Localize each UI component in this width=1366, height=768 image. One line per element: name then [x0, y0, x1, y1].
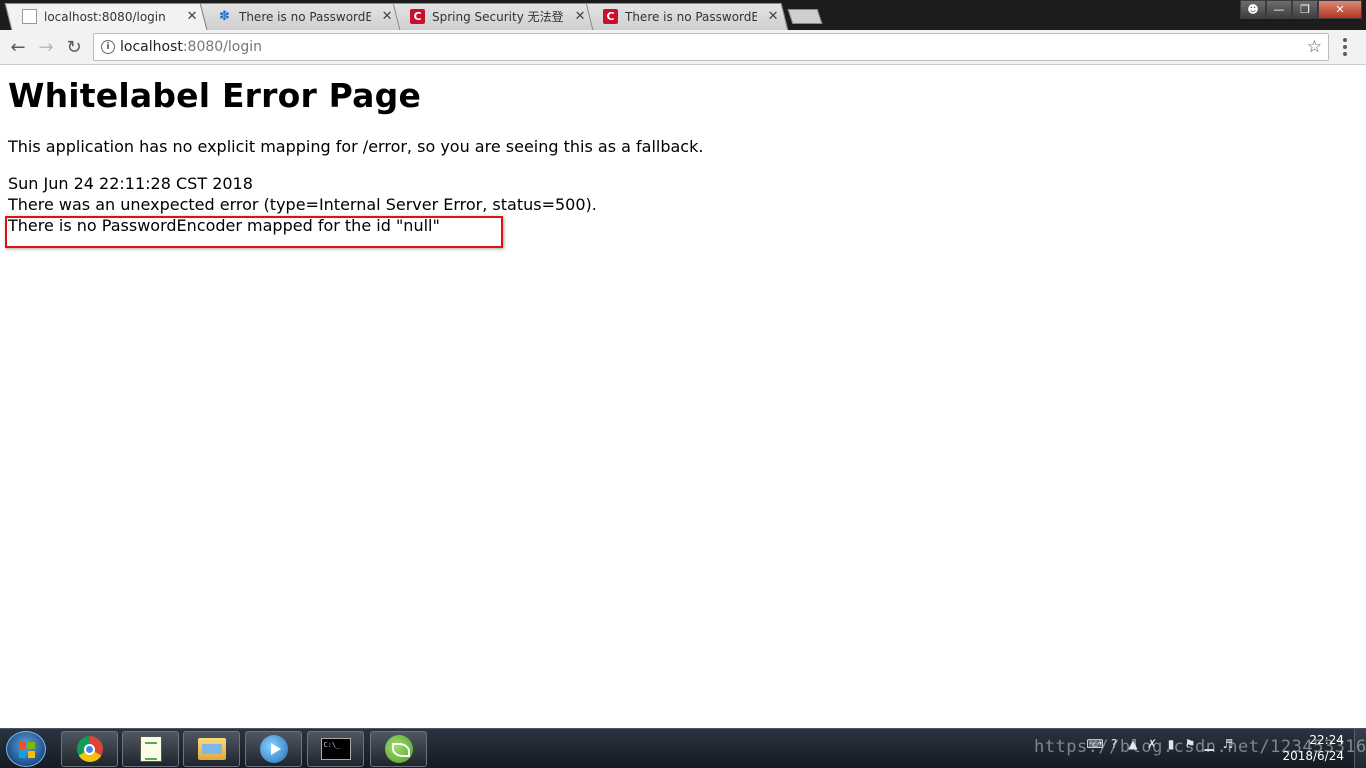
system-clock[interactable]: 22:24 2018/6/24: [1282, 732, 1344, 764]
tab-close-icon[interactable]: ✕: [381, 9, 393, 24]
media-player-icon: [259, 735, 288, 763]
tray-overflow-icon[interactable]: ▲: [1126, 737, 1140, 751]
fallback-description: This application has no explicit mapping…: [8, 137, 704, 156]
taskbar-explorer[interactable]: [183, 731, 240, 767]
maximize-button[interactable]: ❐: [1292, 0, 1318, 19]
taskbar-chrome[interactable]: [61, 731, 118, 767]
network-icon[interactable]: ✗: [1145, 737, 1159, 751]
csdn-icon: C: [603, 9, 618, 24]
minimize-button[interactable]: —: [1266, 0, 1292, 19]
action-center-flag-icon[interactable]: ⚑: [1183, 737, 1197, 751]
forward-arrow-icon[interactable]: →: [34, 36, 58, 58]
tab-password-encoder-csdn[interactable]: C There is no PasswordEn ✕: [589, 3, 785, 30]
browser-toolbar: ← → ↻ i localhost:8080/login ☆: [0, 30, 1366, 65]
spring-tool-suite-icon: [384, 735, 413, 763]
browser-tab-strip: localhost:8080/login ✕ ✽ There is no Pas…: [0, 0, 1366, 30]
taskbar-notepad[interactable]: [122, 731, 179, 767]
csdn-icon: C: [410, 9, 425, 24]
taskbar-spring-tool-suite[interactable]: [370, 731, 427, 767]
highlight-annotation-box: [5, 216, 503, 248]
user-profile-icon[interactable]: ☻: [1240, 0, 1266, 19]
windows-taskbar: C:\_ https://blog.csdn.net/123453316 ⌨ ?…: [0, 728, 1366, 768]
window-controls: ☻ — ❐ ✕: [1240, 0, 1362, 19]
tab-title: Spring Security 无法登陆: [432, 10, 565, 24]
error-summary: There was an unexpected error (type=Inte…: [8, 195, 597, 214]
clock-date: 2018/6/24: [1282, 749, 1344, 763]
url-path: :8080/login: [182, 39, 263, 55]
tab-localhost-login[interactable]: localhost:8080/login ✕: [8, 3, 204, 30]
power-icon[interactable]: ▮: [1164, 737, 1178, 751]
taskbar-command-prompt[interactable]: C:\_: [307, 731, 364, 767]
page-icon: [22, 9, 37, 24]
keyboard-icon[interactable]: ⌨: [1086, 737, 1103, 751]
show-desktop-button[interactable]: [1354, 729, 1366, 768]
tab-title: localhost:8080/login: [44, 9, 166, 24]
tab-spring-security[interactable]: C Spring Security 无法登陆 ✕: [396, 3, 592, 30]
tab-title: There is no PasswordEn: [239, 9, 372, 24]
address-bar[interactable]: i localhost:8080/login ☆: [93, 33, 1329, 61]
page-title: Whitelabel Error Page: [8, 76, 422, 115]
bookmark-star-icon[interactable]: ☆: [1307, 37, 1322, 57]
reload-icon[interactable]: ↻: [62, 36, 86, 58]
help-icon[interactable]: ?: [1107, 737, 1121, 751]
notepad-icon: [139, 736, 162, 762]
new-tab-button[interactable]: [787, 9, 823, 24]
taskbar-media-player[interactable]: [245, 731, 302, 767]
page-content: Whitelabel Error Page This application h…: [5, 66, 1358, 728]
explorer-folder-icon: [197, 738, 226, 760]
tab-close-icon[interactable]: ✕: [186, 9, 198, 24]
start-button[interactable]: [6, 731, 46, 767]
back-arrow-icon[interactable]: ←: [6, 36, 30, 58]
volume-icon[interactable]: ♬: [1221, 737, 1235, 751]
browser-menu-icon[interactable]: [1343, 38, 1347, 56]
site-info-icon[interactable]: i: [101, 40, 115, 54]
clock-time: 22:24: [1309, 733, 1344, 747]
url-host: localhost: [120, 39, 183, 55]
chrome-icon: [76, 736, 103, 762]
system-tray: ⌨ ? ▲ ✗ ▮ ⚑ ▁ ♬: [1086, 737, 1235, 751]
tab-close-icon[interactable]: ✕: [574, 9, 586, 24]
tab-title: There is no PasswordEn: [625, 9, 758, 24]
error-timestamp: Sun Jun 24 22:11:28 CST 2018: [8, 174, 253, 193]
close-window-button[interactable]: ✕: [1318, 0, 1362, 19]
tab-password-encoder-baidu[interactable]: ✽ There is no PasswordEn ✕: [203, 3, 399, 30]
url-text[interactable]: localhost:8080/login: [120, 39, 262, 55]
signal-icon[interactable]: ▁: [1202, 737, 1216, 751]
command-prompt-icon: C:\_: [320, 738, 351, 760]
tab-close-icon[interactable]: ✕: [767, 9, 779, 24]
baidu-paw-icon: ✽: [219, 9, 230, 24]
